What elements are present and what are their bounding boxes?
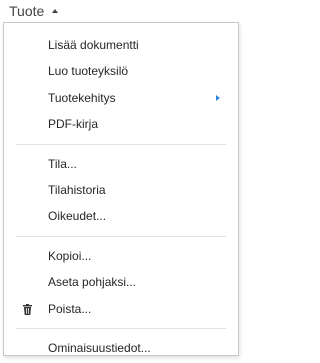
- menu-item-tuotekehitys[interactable]: Tuotekehitys: [4, 85, 238, 111]
- menu-item-label: Luo tuoteyksilö: [48, 64, 129, 79]
- menu-item-tila[interactable]: Tila...: [4, 151, 238, 177]
- menu-item-kopioi[interactable]: Kopioi...: [4, 243, 238, 269]
- menu-item-label: Tilahistoria: [48, 182, 106, 197]
- menu-item-poista[interactable]: Poista...: [4, 296, 238, 322]
- trash-icon: [23, 303, 32, 315]
- caret-up-icon: [52, 9, 59, 13]
- menu-item-label: Poista...: [48, 301, 92, 316]
- menu-item-label: Kopioi...: [48, 248, 92, 263]
- menu-item-oikeudet[interactable]: Oikeudet...: [4, 203, 238, 229]
- menu-separator: [16, 327, 226, 329]
- menu-item-label: Tuotekehitys: [48, 90, 116, 105]
- menu-item-label: Tila...: [48, 156, 77, 171]
- chevron-right-icon: [216, 94, 220, 101]
- menu-separator: [16, 143, 226, 145]
- menu-item-label: Aseta pohjaksi...: [48, 275, 137, 290]
- menu-item-ominaisuustiedot[interactable]: Ominaisuustiedot...: [4, 335, 238, 361]
- menu-separator: [16, 235, 226, 237]
- menu-item-label: Lisää dokumentti: [48, 38, 139, 52]
- menu-item-label: Oikeudet...: [48, 209, 107, 224]
- menu-item-label: Ominaisuustiedot...: [48, 340, 151, 355]
- menu-item-pdf-kirja[interactable]: PDF-kirja: [4, 111, 238, 137]
- menu-item-tilahistoria[interactable]: Tilahistoria: [4, 177, 238, 203]
- menu-item-label: PDF-kirja: [48, 117, 98, 132]
- menu-item-lisaa-dokumentti[interactable]: Lisää dokumentti: [4, 32, 238, 58]
- menu-item-luo-tuoteyksilo[interactable]: Luo tuoteyksilö: [4, 58, 238, 84]
- tuote-menu-button[interactable]: Tuote: [9, 0, 59, 22]
- menu-title: Tuote: [9, 3, 45, 19]
- menu-item-aseta-pohjaksi[interactable]: Aseta pohjaksi...: [4, 269, 238, 295]
- dropdown-menu: Lisää dokumentti Luo tuoteyksilö Tuoteke…: [3, 22, 239, 356]
